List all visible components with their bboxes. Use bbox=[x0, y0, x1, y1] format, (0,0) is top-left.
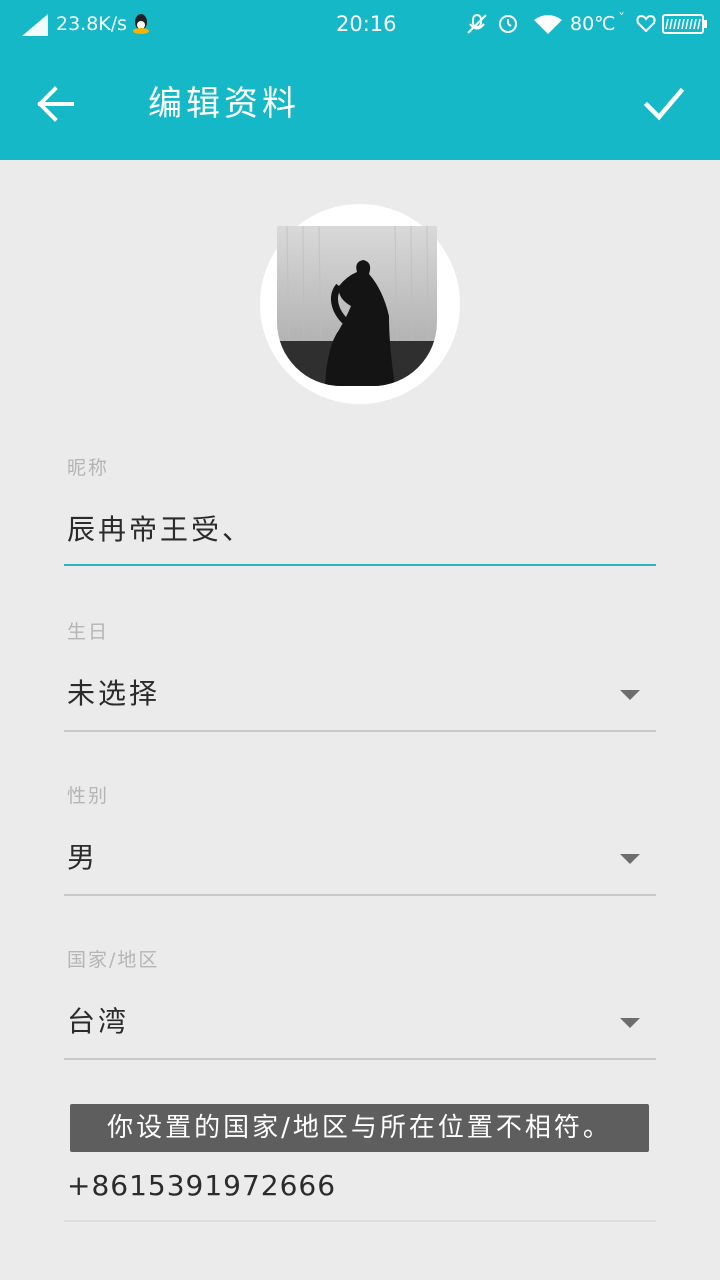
back-button[interactable] bbox=[26, 74, 86, 134]
save-button[interactable] bbox=[634, 74, 694, 134]
region-field: 国家/地区 台湾 bbox=[64, 948, 656, 1060]
region-value: 台湾 bbox=[67, 1005, 130, 1038]
clock: 20:16 bbox=[336, 12, 397, 36]
birthday-value: 未选择 bbox=[67, 677, 161, 710]
nickname-input[interactable]: 辰冉帝王受、 bbox=[67, 510, 253, 550]
check-icon bbox=[643, 87, 685, 121]
avatar[interactable] bbox=[260, 204, 460, 404]
gender-select[interactable]: 男 bbox=[64, 824, 656, 894]
nickname-label: 昵称 bbox=[67, 457, 110, 479]
phone-field: +8615391972666 bbox=[64, 1160, 656, 1224]
qq-icon bbox=[133, 14, 149, 34]
battery-icon bbox=[662, 14, 707, 34]
gender-value: 男 bbox=[67, 841, 99, 874]
birthday-underline bbox=[64, 730, 656, 732]
dropdown-arrow-icon bbox=[620, 854, 640, 864]
phone-value[interactable]: +8615391972666 bbox=[67, 1166, 336, 1206]
alarm-icon bbox=[499, 15, 517, 33]
dropdown-arrow-icon bbox=[620, 690, 640, 700]
region-underline bbox=[64, 1058, 656, 1060]
avatar-photo bbox=[277, 226, 437, 386]
birthday-field: 生日 未选择 bbox=[64, 620, 656, 732]
toast-message: 你设置的国家/地区与所在位置不相符。 bbox=[70, 1104, 649, 1152]
phone-underline bbox=[64, 1220, 656, 1222]
region-label: 国家/地区 bbox=[67, 949, 160, 971]
status-bar: 23.8K/s 20:16 80℃ ˇ bbox=[0, 0, 720, 48]
mic-off-icon bbox=[467, 14, 487, 34]
heart-icon bbox=[636, 14, 656, 32]
temperature: 80℃ bbox=[570, 13, 616, 35]
toolbar: 编辑资料 bbox=[0, 48, 720, 160]
nickname-underline bbox=[64, 564, 656, 566]
gender-label: 性别 bbox=[67, 785, 110, 807]
signal-icon bbox=[22, 14, 48, 36]
app-header: 23.8K/s 20:16 80℃ ˇ 编辑资料 bbox=[0, 0, 720, 160]
dropdown-arrow-icon bbox=[620, 1018, 640, 1028]
arrow-left-icon bbox=[37, 86, 74, 122]
chevron-down-icon: ˇ bbox=[618, 12, 625, 28]
gender-underline bbox=[64, 894, 656, 896]
page-title: 编辑资料 bbox=[148, 84, 300, 124]
wifi-icon bbox=[534, 15, 562, 34]
birthday-label: 生日 bbox=[67, 621, 110, 643]
net-speed: 23.8K/s bbox=[56, 13, 128, 35]
region-select[interactable]: 台湾 bbox=[64, 988, 656, 1058]
birthday-select[interactable]: 未选择 bbox=[64, 660, 656, 730]
avatar-image bbox=[277, 226, 437, 386]
nickname-field: 昵称 辰冉帝王受、 bbox=[64, 456, 656, 568]
gender-field: 性别 男 bbox=[64, 784, 656, 896]
